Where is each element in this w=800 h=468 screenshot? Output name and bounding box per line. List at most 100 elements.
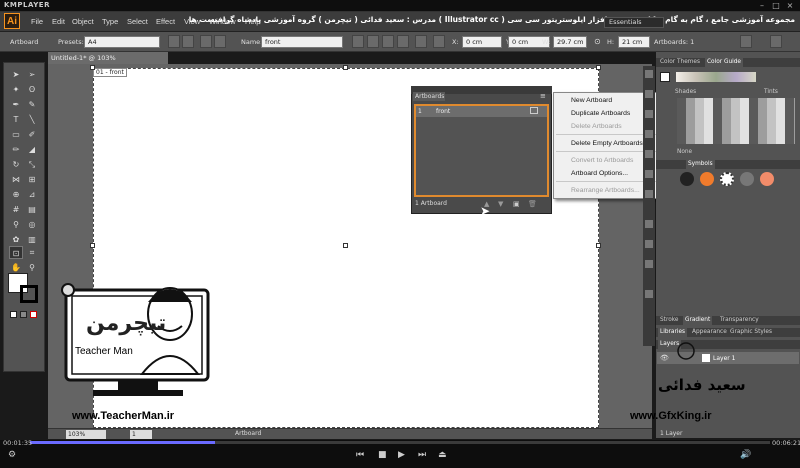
rectangle-tool-icon[interactable]: ▭ bbox=[9, 128, 23, 141]
arrange-documents-icon[interactable] bbox=[740, 35, 752, 48]
symbol-dotted-icon[interactable] bbox=[720, 172, 734, 186]
new-artboard-icon[interactable] bbox=[200, 35, 212, 48]
type-tool-icon[interactable]: T bbox=[9, 113, 23, 126]
document-tab[interactable]: Untitled-1* @ 103% (CMYK/Preview) bbox=[48, 52, 168, 74]
next-icon[interactable]: ⏭ bbox=[418, 450, 426, 460]
trash-icon[interactable]: 🗑 bbox=[528, 200, 537, 208]
gradient-tool-icon[interactable]: ▤ bbox=[25, 203, 39, 216]
transparency-panel-icon[interactable] bbox=[645, 190, 653, 198]
paintbrush-tool-icon[interactable]: ✐ bbox=[25, 128, 39, 141]
settings-icon[interactable]: ⚙ bbox=[8, 450, 16, 460]
eye-icon[interactable]: 👁 bbox=[660, 354, 669, 362]
zoom-select[interactable]: 103% bbox=[66, 430, 106, 439]
menu-duplicate-artboards[interactable]: Duplicate Artboards bbox=[571, 110, 630, 117]
column-graph-tool-icon[interactable]: ▥ bbox=[25, 233, 39, 246]
presets-select[interactable]: A4 bbox=[84, 36, 160, 48]
symbol-flower-icon[interactable] bbox=[760, 172, 774, 186]
artboard-tool-icon[interactable]: ⊡ bbox=[9, 246, 23, 259]
swatches-panel-icon[interactable] bbox=[645, 90, 653, 98]
mesh-tool-icon[interactable]: # bbox=[9, 203, 23, 216]
transform-panel-icon[interactable] bbox=[645, 240, 653, 248]
tab-appearance[interactable]: Appearance bbox=[690, 328, 729, 337]
perspective-grid-tool-icon[interactable]: ⊿ bbox=[25, 188, 39, 201]
align-panel-icon[interactable] bbox=[645, 220, 653, 228]
eject-icon[interactable]: ⏏ bbox=[438, 450, 447, 460]
menu-effect[interactable]: Effect bbox=[156, 17, 175, 26]
show-cross-hairs-icon[interactable] bbox=[382, 35, 394, 48]
rotate-tool-icon[interactable]: ↻ bbox=[9, 158, 23, 171]
move-with-artboard-icon[interactable] bbox=[352, 35, 364, 48]
menu-edit[interactable]: Edit bbox=[52, 17, 65, 26]
x-field[interactable]: 0 cm bbox=[462, 36, 502, 48]
stroke-swatch[interactable] bbox=[20, 285, 38, 303]
tab-symbols[interactable]: Symbols bbox=[686, 160, 715, 169]
shaper-tool-icon[interactable]: ✏ bbox=[9, 143, 23, 156]
color-panel-icon[interactable] bbox=[645, 70, 653, 78]
artboard-center-mark[interactable] bbox=[343, 243, 348, 248]
artboard-options-icon[interactable] bbox=[530, 107, 538, 114]
layers-panel-icon[interactable] bbox=[645, 290, 653, 298]
eyedropper-tool-icon[interactable]: ⚲ bbox=[9, 218, 23, 231]
symbol-sprayer-tool-icon[interactable]: ✿ bbox=[9, 233, 23, 246]
stroke-panel-icon[interactable] bbox=[645, 150, 653, 158]
menu-file[interactable]: File bbox=[31, 17, 43, 26]
tab-stroke[interactable]: Stroke bbox=[658, 316, 680, 325]
none-mode-icon[interactable] bbox=[30, 311, 37, 318]
panel-menu-icon[interactable] bbox=[770, 35, 782, 48]
scale-tool-icon[interactable]: ⤡ bbox=[25, 158, 39, 171]
symbols-panel-icon[interactable] bbox=[645, 130, 653, 138]
artboard-handle-mr[interactable] bbox=[596, 243, 601, 248]
close-button[interactable]: × bbox=[785, 1, 795, 10]
harmony-colors-strip[interactable] bbox=[676, 72, 756, 82]
curvature-tool-icon[interactable]: ✎ bbox=[25, 98, 39, 111]
menu-delete-empty-artboards[interactable]: Delete Empty Artboards bbox=[571, 140, 643, 147]
menu-artboard-options[interactable]: Artboard Options... bbox=[571, 170, 628, 177]
menu-select[interactable]: Select bbox=[127, 17, 148, 26]
color-guide-grid[interactable] bbox=[677, 98, 795, 144]
minimize-button[interactable]: – bbox=[757, 1, 767, 10]
tab-transparency[interactable]: Transparency bbox=[718, 316, 761, 325]
brushes-panel-icon[interactable] bbox=[645, 110, 653, 118]
menu-new-artboard[interactable]: New Artboard bbox=[571, 97, 612, 104]
tab-color-guide[interactable]: Color Guide bbox=[705, 58, 744, 67]
status-text[interactable]: Artboard bbox=[235, 430, 261, 437]
slice-tool-icon[interactable]: ⌗ bbox=[25, 246, 39, 259]
artboards-panel-tab[interactable]: Artboards bbox=[413, 92, 445, 101]
menu-object[interactable]: Object bbox=[72, 17, 94, 26]
menu-type[interactable]: Type bbox=[102, 17, 118, 26]
portrait-icon[interactable] bbox=[168, 35, 180, 48]
artboard-handle-tr[interactable] bbox=[596, 65, 601, 70]
show-center-mark-icon[interactable] bbox=[367, 35, 379, 48]
symbol-splatter-icon[interactable] bbox=[680, 172, 694, 186]
tab-libraries[interactable]: Libraries bbox=[658, 328, 688, 337]
eraser-tool-icon[interactable]: ◢ bbox=[25, 143, 39, 156]
blend-tool-icon[interactable]: ◎ bbox=[25, 218, 39, 231]
play-icon[interactable]: ▶ bbox=[398, 450, 405, 460]
move-down-icon[interactable]: ▼ bbox=[498, 200, 503, 208]
maximize-button[interactable]: □ bbox=[771, 1, 781, 10]
pathfinder-panel-icon[interactable] bbox=[645, 260, 653, 268]
gradient-mode-icon[interactable] bbox=[20, 311, 27, 318]
lasso-tool-icon[interactable]: ʘ bbox=[25, 83, 39, 96]
artboard-handle-ml[interactable] bbox=[90, 243, 95, 248]
symbol-orange-icon[interactable] bbox=[700, 172, 714, 186]
tab-color-themes[interactable]: Color Themes bbox=[658, 58, 702, 67]
color-mode-icon[interactable] bbox=[10, 311, 17, 318]
artboard-navigation[interactable]: 1 bbox=[130, 430, 152, 439]
base-color-swatch[interactable] bbox=[660, 72, 670, 82]
constrain-proportions-icon[interactable]: ⊙ bbox=[594, 37, 604, 47]
volume-icon[interactable]: 🔊 bbox=[740, 450, 751, 460]
width-tool-icon[interactable]: ⋈ bbox=[9, 173, 23, 186]
panel-menu-icon[interactable]: ≡ bbox=[540, 93, 548, 100]
new-artboard-icon[interactable]: ▣ bbox=[513, 200, 520, 208]
artboard-handle-tc[interactable] bbox=[343, 65, 348, 70]
reference-point-icon[interactable] bbox=[433, 35, 445, 48]
direct-selection-tool-icon[interactable]: ➢ bbox=[25, 68, 39, 81]
artboard-name-field[interactable]: front bbox=[261, 36, 343, 48]
free-transform-tool-icon[interactable]: ⊞ bbox=[25, 173, 39, 186]
artboard-handle-tl[interactable] bbox=[90, 65, 95, 70]
line-tool-icon[interactable]: ╲ bbox=[25, 113, 39, 126]
workspace-switcher[interactable]: Essentials bbox=[604, 17, 664, 28]
selection-tool-icon[interactable]: ➤ bbox=[9, 68, 23, 81]
tab-graphic-styles[interactable]: Graphic Styles bbox=[728, 328, 774, 337]
